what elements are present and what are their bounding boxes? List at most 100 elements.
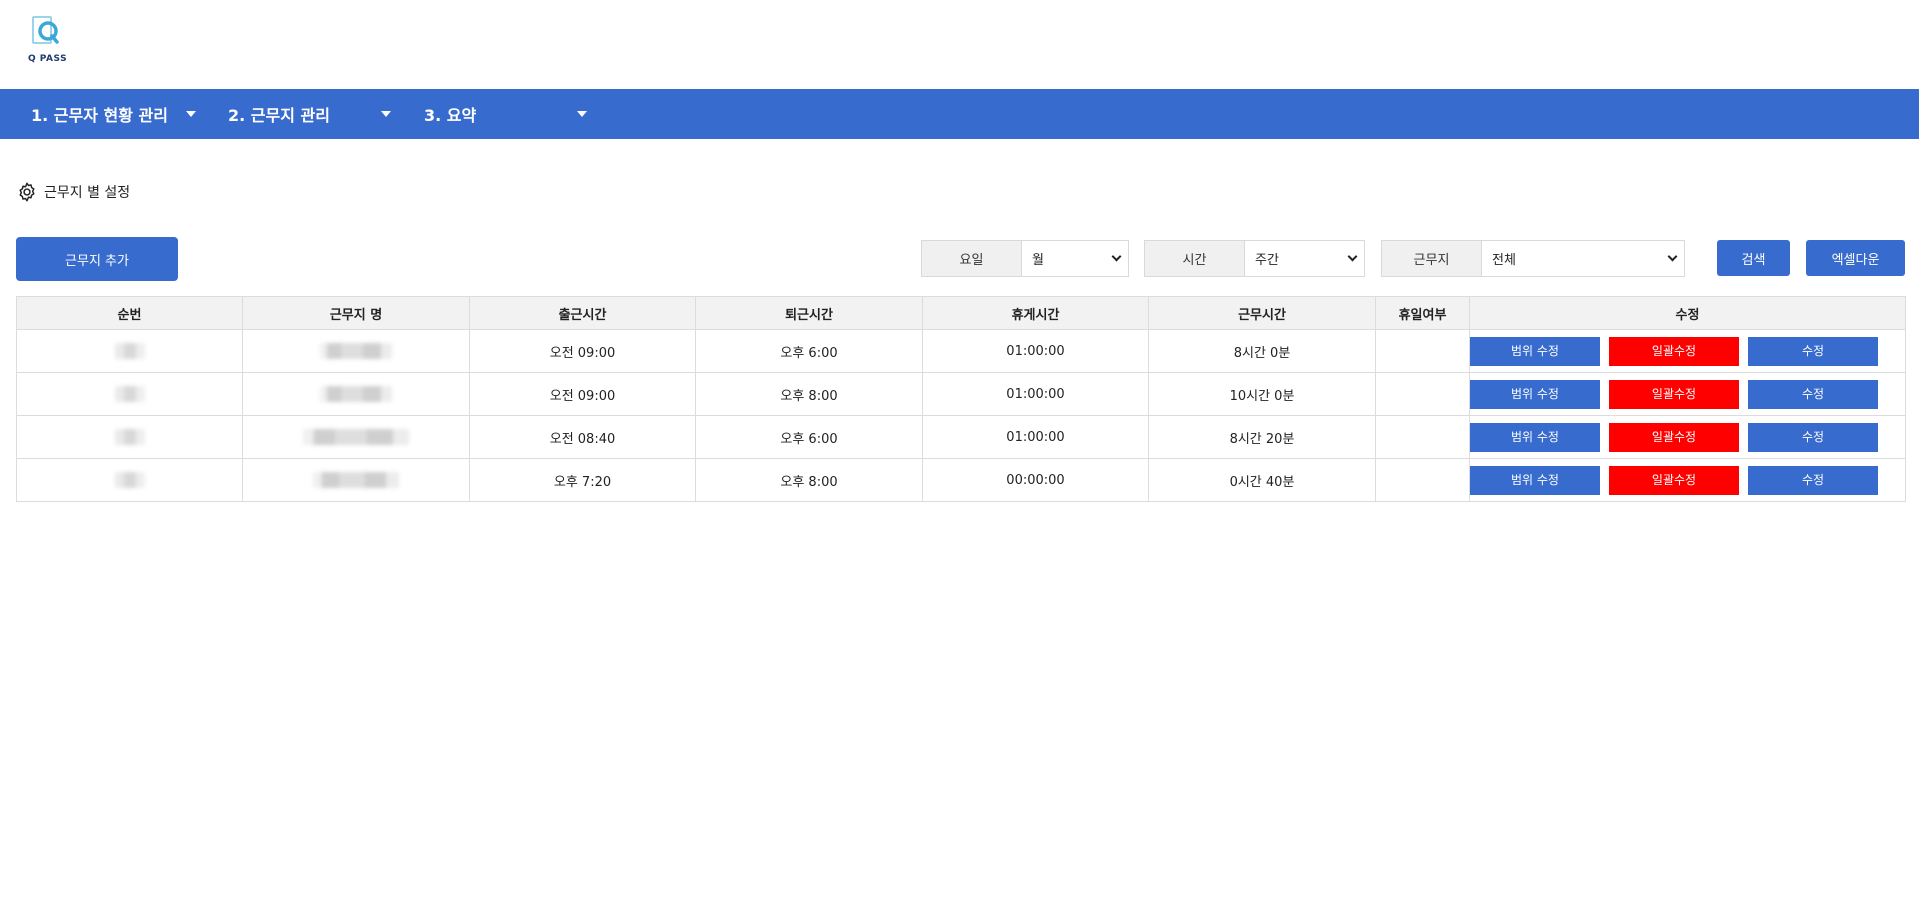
cell-start-time: 오후 7:20	[469, 458, 696, 502]
nav-item-label: 1. 근무자 현황 관리	[31, 106, 168, 125]
edit-button[interactable]: 수정	[1748, 379, 1878, 409]
range-edit-button[interactable]: 범위 수정	[1470, 422, 1600, 452]
nav-item-site-management[interactable]: 2. 근무지 관리	[228, 89, 398, 139]
cell-site-name	[242, 415, 470, 459]
cell-work-time: 8시간 0분	[1148, 329, 1376, 373]
column-header[interactable]: 휴일여부	[1375, 296, 1470, 330]
range-edit-button[interactable]: 범위 수정	[1470, 379, 1600, 409]
cell-end-time: 오후 8:00	[695, 372, 923, 416]
bulk-edit-button[interactable]: 일괄수정	[1609, 379, 1739, 409]
cell-start-time: 오전 09:00	[469, 372, 696, 416]
edit-button[interactable]: 수정	[1748, 422, 1878, 452]
cell-holiday	[1375, 372, 1470, 416]
time-filter-label: 시간	[1145, 241, 1245, 276]
redacted-value	[114, 386, 145, 402]
site-select-value: 전체	[1492, 253, 1516, 268]
column-header[interactable]: 퇴근시간	[695, 296, 923, 330]
time-select-value: 주간	[1255, 253, 1279, 268]
site-filter: 근무지 전체	[1381, 240, 1685, 277]
cell-start-time: 오전 08:40	[469, 415, 696, 459]
table-row[interactable]: 오후 7:20 오후 8:00 00:00:00 0시간 40분 범위 수정 일…	[16, 458, 1906, 502]
cell-actions: 범위 수정 일괄수정 수정	[1469, 458, 1906, 502]
excel-download-button[interactable]: 엑셀다운	[1806, 240, 1905, 276]
cell-break-time: 01:00:00	[922, 415, 1149, 459]
nav-item-label: 2. 근무지 관리	[228, 106, 330, 125]
cell-actions: 범위 수정 일괄수정 수정	[1469, 329, 1906, 373]
q-logo-icon	[32, 16, 59, 44]
edit-button[interactable]: 수정	[1748, 336, 1878, 366]
caret-down-icon	[577, 111, 587, 117]
column-header[interactable]: 휴게시간	[922, 296, 1149, 330]
cell-break-time: 01:00:00	[922, 372, 1149, 416]
redacted-value	[114, 343, 145, 359]
caret-down-icon	[186, 111, 196, 117]
redacted-value	[303, 429, 409, 445]
search-button[interactable]: 검색	[1717, 240, 1790, 276]
gear-icon	[19, 182, 35, 202]
add-site-button[interactable]: 근무지 추가	[16, 237, 178, 281]
cell-work-time: 10시간 0분	[1148, 372, 1376, 416]
cell-start-time: 오전 09:00	[469, 329, 696, 373]
nav-item-label: 3. 요약	[424, 106, 477, 125]
day-filter: 요일 월	[921, 240, 1129, 277]
caret-down-icon	[381, 111, 391, 117]
edit-button[interactable]: 수정	[1748, 465, 1878, 495]
cell-index	[16, 458, 243, 502]
section-title-text: 근무지 별 설정	[44, 185, 131, 201]
site-filter-label: 근무지	[1382, 241, 1482, 276]
cell-end-time: 오후 6:00	[695, 415, 923, 459]
cell-break-time: 00:00:00	[922, 458, 1149, 502]
cell-holiday	[1375, 415, 1470, 459]
column-header[interactable]: 근무지 명	[242, 296, 470, 330]
cell-actions: 범위 수정 일괄수정 수정	[1469, 372, 1906, 416]
redacted-value	[114, 429, 145, 445]
nav-item-worker-status[interactable]: 1. 근무자 현황 관리	[31, 89, 201, 139]
cell-holiday	[1375, 458, 1470, 502]
redacted-value	[313, 472, 399, 488]
cell-end-time: 오후 8:00	[695, 458, 923, 502]
column-header[interactable]: 출근시간	[469, 296, 696, 330]
app-logo[interactable]: Q PASS	[28, 14, 72, 68]
cell-work-time: 0시간 40분	[1148, 458, 1376, 502]
site-select[interactable]: 전체	[1482, 241, 1684, 276]
bulk-edit-button[interactable]: 일괄수정	[1609, 465, 1739, 495]
logo-text: Q PASS	[28, 54, 68, 64]
time-filter: 시간 주간	[1144, 240, 1365, 277]
column-header[interactable]: 근무시간	[1148, 296, 1376, 330]
column-header[interactable]: 수정	[1469, 296, 1906, 330]
range-edit-button[interactable]: 범위 수정	[1470, 465, 1600, 495]
cell-site-name	[242, 372, 470, 416]
cell-holiday	[1375, 329, 1470, 373]
chevron-down-icon	[1347, 251, 1358, 262]
cell-work-time: 8시간 20분	[1148, 415, 1376, 459]
chevron-down-icon	[1667, 251, 1678, 262]
cell-index	[16, 329, 243, 373]
time-select[interactable]: 주간	[1245, 241, 1364, 276]
table-row[interactable]: 오전 09:00 오후 8:00 01:00:00 10시간 0분 범위 수정 …	[16, 372, 1906, 416]
table-row[interactable]: 오전 09:00 오후 6:00 01:00:00 8시간 0분 범위 수정 일…	[16, 329, 1906, 373]
day-filter-label: 요일	[922, 241, 1022, 276]
day-select-value: 월	[1032, 253, 1044, 268]
table-header-row: 순번 근무지 명 출근시간 퇴근시간 휴게시간 근무시간 휴일여부 수정	[16, 296, 1906, 330]
cell-site-name	[242, 329, 470, 373]
range-edit-button[interactable]: 범위 수정	[1470, 336, 1600, 366]
redacted-value	[114, 472, 145, 488]
table-row[interactable]: 오전 08:40 오후 6:00 01:00:00 8시간 20분 범위 수정 …	[16, 415, 1906, 459]
bulk-edit-button[interactable]: 일괄수정	[1609, 422, 1739, 452]
day-select[interactable]: 월	[1022, 241, 1128, 276]
cell-actions: 범위 수정 일괄수정 수정	[1469, 415, 1906, 459]
cell-break-time: 01:00:00	[922, 329, 1149, 373]
cell-index	[16, 372, 243, 416]
chevron-down-icon	[1111, 251, 1122, 262]
redacted-value	[320, 343, 392, 359]
nav-item-summary[interactable]: 3. 요약	[424, 89, 594, 139]
site-settings-table: 순번 근무지 명 출근시간 퇴근시간 휴게시간 근무시간 휴일여부 수정 오전 …	[16, 296, 1906, 502]
column-header[interactable]: 순번	[16, 296, 243, 330]
section-title: 근무지 별 설정	[16, 181, 130, 203]
top-nav: 1. 근무자 현황 관리 2. 근무지 관리 3. 요약	[0, 89, 1919, 139]
cell-index	[16, 415, 243, 459]
cell-end-time: 오후 6:00	[695, 329, 923, 373]
cell-site-name	[242, 458, 470, 502]
redacted-value	[320, 386, 392, 402]
bulk-edit-button[interactable]: 일괄수정	[1609, 336, 1739, 366]
